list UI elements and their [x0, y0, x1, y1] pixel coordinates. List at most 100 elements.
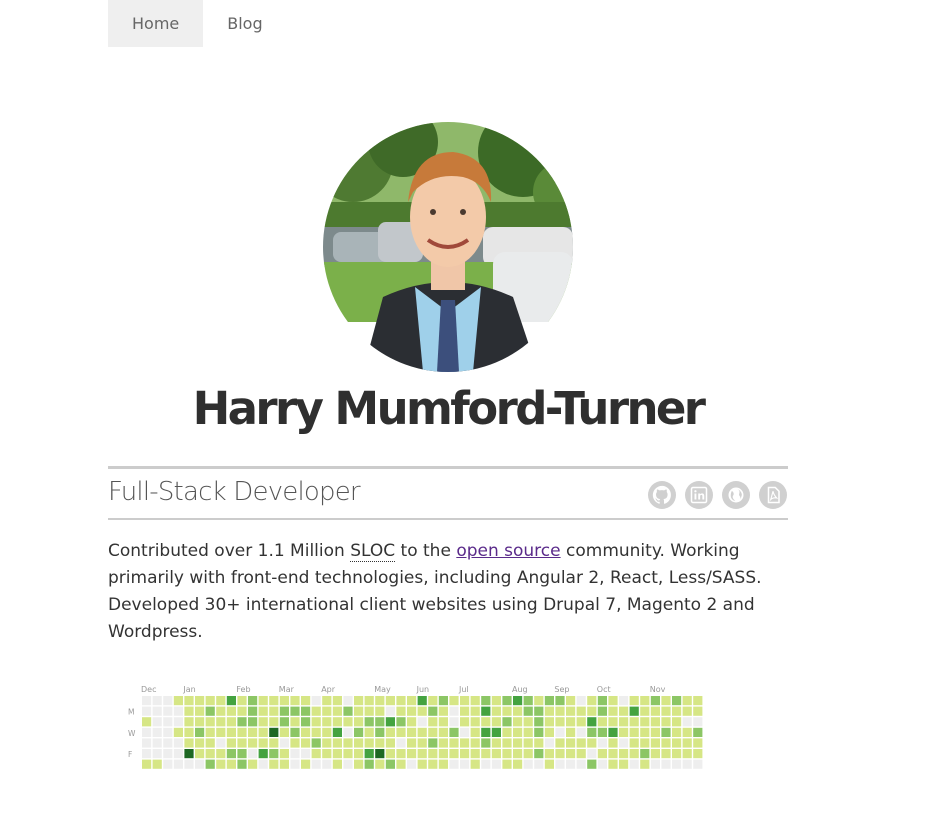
contribution-day-cell	[502, 706, 512, 716]
contribution-day-cell	[608, 696, 618, 706]
contribution-day-cell	[269, 759, 279, 769]
contribution-day-cell	[502, 717, 512, 727]
contribution-day-cell	[502, 759, 512, 769]
contribution-day-cell	[650, 759, 660, 769]
contribution-day-cell	[354, 706, 364, 716]
contribution-day-cell	[152, 706, 162, 716]
month-label: May	[374, 685, 391, 694]
contribution-day-cell	[640, 696, 650, 706]
contribution-day-cell	[544, 727, 554, 737]
contribution-day-cell	[640, 717, 650, 727]
contribution-day-cell	[343, 717, 353, 727]
contribution-day-cell	[619, 717, 629, 727]
contribution-day-cell	[385, 749, 395, 759]
contribution-day-cell	[142, 717, 152, 727]
contribution-day-cell	[693, 706, 703, 716]
contribution-day-cell	[693, 727, 703, 737]
contribution-day-cell	[301, 759, 311, 769]
contribution-day-cell	[311, 717, 321, 727]
contribution-day-cell	[184, 759, 194, 769]
contribution-day-cell	[364, 717, 374, 727]
contribution-day-cell	[226, 706, 236, 716]
nav-home-link[interactable]: Home	[108, 0, 204, 47]
contribution-day-cell	[470, 717, 480, 727]
contribution-day-cell	[449, 738, 459, 748]
contribution-day-cell	[672, 717, 682, 727]
contribution-day-cell	[629, 717, 639, 727]
contribution-day-cell	[173, 727, 183, 737]
pdf-icon[interactable]	[759, 481, 787, 509]
contribution-day-cell	[438, 696, 448, 706]
contribution-day-cell	[576, 706, 586, 716]
contribution-day-cell	[258, 759, 268, 769]
contribution-day-cell	[354, 738, 364, 748]
contribution-day-cell	[481, 738, 491, 748]
contribution-day-cell	[587, 717, 597, 727]
contribution-day-cell	[470, 738, 480, 748]
contribution-day-cell	[248, 717, 258, 727]
nav-blog-link[interactable]: Blog	[203, 0, 286, 47]
month-label: Sep	[554, 685, 569, 694]
day-label: F	[128, 750, 132, 759]
contribution-day-cell	[332, 759, 342, 769]
contribution-day-cell	[438, 759, 448, 769]
contribution-day-cell	[311, 749, 321, 759]
contribution-day-cell	[279, 706, 289, 716]
contribution-day-cell	[142, 706, 152, 716]
contribution-day-cell	[587, 696, 597, 706]
contribution-day-cell	[396, 759, 406, 769]
contribution-day-cell	[491, 759, 501, 769]
contribution-day-cell	[650, 706, 660, 716]
contribution-day-cell	[693, 717, 703, 727]
contribution-day-cell	[502, 738, 512, 748]
contribution-day-cell	[290, 727, 300, 737]
contribution-day-cell	[513, 717, 523, 727]
contribution-day-cell	[682, 706, 692, 716]
contribution-day-cell	[661, 749, 671, 759]
contribution-day-cell	[597, 738, 607, 748]
contribution-day-cell	[322, 717, 332, 727]
contribution-day-cell	[661, 759, 671, 769]
contribution-day-cell	[195, 706, 205, 716]
contribution-day-cell	[481, 727, 491, 737]
contribution-day-cell	[216, 727, 226, 737]
contribution-day-cell	[290, 706, 300, 716]
contribution-day-cell	[587, 738, 597, 748]
contribution-day-cell	[407, 717, 417, 727]
contribution-day-cell	[375, 738, 385, 748]
contribution-day-cell	[269, 706, 279, 716]
contribution-day-cell	[311, 738, 321, 748]
contribution-day-cell	[661, 706, 671, 716]
contribution-day-cell	[438, 749, 448, 759]
contribution-day-cell	[460, 738, 470, 748]
top-nav: Home Blog	[108, 0, 287, 47]
contribution-day-cell	[523, 696, 533, 706]
contribution-day-cell	[502, 696, 512, 706]
contribution-day-cell	[290, 749, 300, 759]
contribution-day-cell	[491, 727, 501, 737]
contribution-day-cell	[152, 717, 162, 727]
contribution-day-cell	[248, 759, 258, 769]
linkedin-icon[interactable]	[685, 481, 713, 509]
contribution-day-cell	[258, 696, 268, 706]
bio-paragraph: Contributed over 1.1 Million SLOC to the…	[108, 538, 788, 646]
contribution-day-cell	[682, 696, 692, 706]
contribution-day-cell	[343, 759, 353, 769]
contribution-day-cell	[248, 696, 258, 706]
contribution-day-cell	[311, 727, 321, 737]
contribution-day-cell	[587, 706, 597, 716]
contribution-day-cell	[142, 749, 152, 759]
contribution-day-cell	[332, 717, 342, 727]
contribution-day-cell	[449, 717, 459, 727]
contribution-day-cell	[619, 759, 629, 769]
contribution-day-cell	[195, 727, 205, 737]
github-icon[interactable]	[648, 481, 676, 509]
contribution-day-cell	[385, 706, 395, 716]
contribution-day-cell	[163, 738, 173, 748]
contribution-graph: Dec Jan Feb Mar Apr May Jun Jul Aug Sep Oct Nov M W F	[128, 685, 703, 769]
contribution-day-cell	[513, 759, 523, 769]
open-source-link[interactable]: open source	[456, 541, 560, 561]
contribution-day-cell	[322, 749, 332, 759]
globe-icon[interactable]	[722, 481, 750, 509]
contribution-day-cell	[301, 696, 311, 706]
